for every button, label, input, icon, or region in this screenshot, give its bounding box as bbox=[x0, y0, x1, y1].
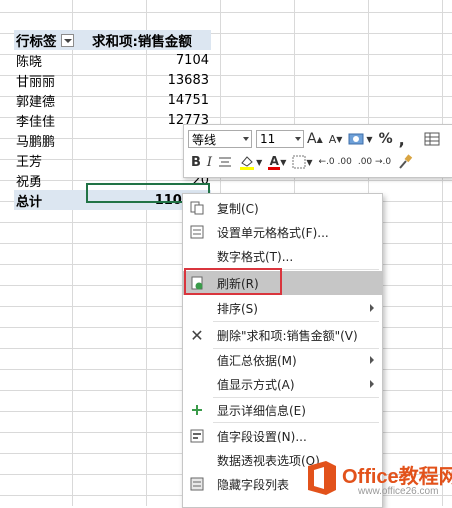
menu-item-sort[interactable]: 排序(S) bbox=[183, 296, 382, 320]
decrease-decimal-icon: .00 →.0 bbox=[357, 157, 392, 167]
row-name: 郭建德 bbox=[16, 94, 56, 110]
menu-item-label: 值显示方式(A) bbox=[217, 377, 295, 392]
menu-divider bbox=[213, 422, 379, 423]
menu-item-summarize-by[interactable]: 值汇总依据(M) bbox=[183, 348, 382, 372]
pivot-row[interactable]: 马鹏鹏18 bbox=[14, 130, 211, 150]
copy-icon bbox=[189, 200, 205, 216]
percent-icon: % bbox=[378, 131, 393, 147]
font-name-select[interactable]: 等线 bbox=[188, 130, 252, 148]
font-name-value: 等线 bbox=[192, 132, 217, 147]
pivot-row[interactable]: 郭建德 14751 bbox=[14, 90, 211, 110]
italic-icon: I bbox=[206, 154, 213, 170]
grow-font-button[interactable]: A ▲ bbox=[307, 131, 323, 147]
pivot-row[interactable]: 陈晓 7104 bbox=[14, 50, 211, 70]
font-size-select[interactable]: 11 bbox=[256, 130, 304, 148]
row-value: 14751 bbox=[167, 92, 209, 108]
bold-button[interactable]: B bbox=[191, 155, 201, 170]
decrease-decimal-button[interactable]: .00 →.0 bbox=[358, 157, 391, 167]
accounting-icon bbox=[348, 133, 364, 145]
menu-item-label: 值字段设置(N)... bbox=[217, 429, 307, 444]
watermark: Office教程网 www.office26.com bbox=[302, 454, 452, 506]
font-color-button[interactable]: A ▼ bbox=[268, 155, 286, 170]
menu-item-number-format[interactable]: 数字格式(T)... bbox=[183, 244, 382, 268]
fill-color-button[interactable]: ▼ bbox=[238, 154, 262, 170]
format-table-button[interactable] bbox=[424, 132, 440, 146]
menu-item-copy[interactable]: 复制(C) bbox=[183, 196, 382, 220]
remove-x-icon: ✕ bbox=[190, 325, 204, 345]
align-center-button[interactable] bbox=[218, 156, 232, 168]
refresh-highlight-box bbox=[184, 268, 282, 295]
menu-item-value-field-settings[interactable]: 值字段设置(N)... bbox=[183, 424, 382, 448]
shrink-font-icon: A bbox=[328, 132, 337, 146]
format-painter-icon bbox=[399, 154, 413, 169]
grow-font-icon: A bbox=[307, 131, 317, 147]
row-labels-header: 行标签 bbox=[16, 34, 57, 50]
font-size-value: 11 bbox=[260, 132, 276, 146]
field-settings-icon bbox=[189, 428, 205, 444]
value-field-header[interactable]: 求和项:销售金额 bbox=[88, 30, 211, 50]
bold-icon: B bbox=[191, 154, 201, 170]
pivot-row[interactable]: 甘丽丽 13683 bbox=[14, 70, 211, 90]
menu-item-label: 值汇总依据(M) bbox=[217, 353, 297, 368]
comma-style-button[interactable]: , bbox=[399, 130, 405, 149]
row-name: 王芳 bbox=[16, 154, 43, 170]
borders-icon bbox=[292, 155, 306, 169]
menu-divider bbox=[213, 321, 379, 322]
menu-item-label: 设置单元格格式(F)... bbox=[217, 225, 329, 240]
row-name: 甘丽丽 bbox=[16, 74, 56, 90]
menu-item-label: 删除"求和项:销售金额"(V) bbox=[217, 328, 358, 343]
row-name: 陈晓 bbox=[16, 54, 43, 70]
row-value: 13683 bbox=[167, 72, 209, 88]
row-name: 祝勇 bbox=[16, 174, 43, 190]
total-label: 总计 bbox=[16, 194, 43, 210]
field-list-icon bbox=[189, 476, 205, 492]
percent-button[interactable]: % bbox=[379, 131, 393, 147]
menu-item-label: 复制(C) bbox=[217, 201, 259, 216]
align-center-icon bbox=[219, 157, 232, 167]
menu-item-show-details[interactable]: 显示详细信息(E) bbox=[183, 398, 382, 422]
borders-button[interactable]: ▼ bbox=[292, 155, 313, 169]
office-logo-icon bbox=[308, 461, 336, 495]
submenu-arrow-icon bbox=[370, 304, 374, 312]
increase-decimal-button[interactable]: ←.0 .00 bbox=[319, 157, 352, 167]
chevron-down-icon bbox=[295, 137, 301, 141]
menu-item-show-values-as[interactable]: 值显示方式(A) bbox=[183, 372, 382, 396]
row-name: 李佳佳 bbox=[16, 114, 56, 130]
pivot-row[interactable]: 王芳24 bbox=[14, 150, 211, 170]
fill-color-icon bbox=[240, 156, 255, 170]
watermark-title: Office教程网 bbox=[342, 466, 452, 488]
row-name: 马鹏鹏 bbox=[16, 134, 56, 150]
show-details-icon bbox=[189, 402, 205, 418]
menu-item-label: 数字格式(T)... bbox=[217, 249, 294, 264]
menu-item-label: 隐藏字段列表 bbox=[217, 477, 290, 492]
chevron-down-icon bbox=[243, 137, 249, 141]
menu-item-label: 显示详细信息(E) bbox=[217, 403, 306, 418]
font-color-icon: A bbox=[268, 153, 281, 170]
filter-dropdown-icon[interactable] bbox=[60, 33, 74, 47]
italic-button[interactable]: I bbox=[207, 155, 212, 170]
menu-item-remove-field[interactable]: ✕ 删除"求和项:销售金额"(V) bbox=[183, 323, 382, 347]
row-value: 7104 bbox=[175, 52, 209, 68]
format-cells-icon bbox=[189, 224, 205, 240]
comma-icon: , bbox=[398, 129, 405, 149]
submenu-arrow-icon bbox=[370, 380, 374, 388]
shrink-font-button[interactable]: A ▼ bbox=[329, 133, 343, 146]
accounting-format-button[interactable]: ▼ bbox=[348, 132, 373, 146]
mini-toolbar: 等线 11 A ▲ A ▼ ▼ % , B I ▼ A ▼ ▼ ←.0 .00 .00… bbox=[183, 124, 452, 178]
format-painter-button[interactable] bbox=[397, 154, 413, 170]
submenu-arrow-icon bbox=[370, 356, 374, 364]
pivot-row[interactable]: 李佳佳 12773 bbox=[14, 110, 211, 130]
watermark-subtitle: www.office26.com bbox=[358, 486, 439, 497]
menu-item-label: 排序(S) bbox=[217, 301, 258, 316]
menu-item-format-cells[interactable]: 设置单元格格式(F)... bbox=[183, 220, 382, 244]
table-format-icon bbox=[424, 132, 440, 146]
increase-decimal-icon: ←.0 .00 bbox=[318, 157, 352, 167]
pivot-header-row: 行标签 求和项:销售金额 bbox=[14, 30, 211, 50]
